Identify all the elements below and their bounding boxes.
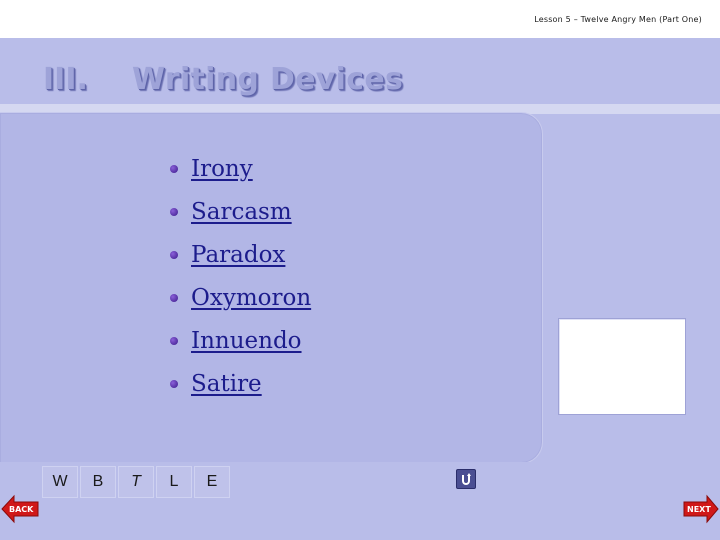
list-item: Oxymoron — [170, 276, 311, 319]
list-item: Irony — [170, 147, 311, 190]
bullet-dot-icon — [170, 207, 178, 216]
format-toolbar: W B T L E — [42, 466, 232, 498]
link-sarcasm[interactable]: Sarcasm — [191, 199, 292, 225]
list-item: Sarcasm — [170, 190, 311, 233]
link-oxymoron[interactable]: Oxymoron — [191, 285, 311, 311]
return-arrow-icon — [462, 473, 471, 485]
bullet-dot-icon — [170, 336, 178, 345]
link-satire[interactable]: Satire — [191, 371, 262, 397]
format-button-t[interactable]: T — [118, 466, 154, 498]
list-item: Satire — [170, 362, 311, 405]
bullet-dot-icon — [170, 379, 178, 388]
device-list: Irony Sarcasm Paradox Oxymoron Innuendo … — [170, 147, 311, 405]
bullet-dot-icon — [170, 164, 178, 173]
section-number: III. — [43, 62, 88, 97]
format-button-l[interactable]: L — [156, 466, 192, 498]
link-innuendo[interactable]: Innuendo — [191, 328, 302, 354]
format-button-e[interactable]: E — [194, 466, 230, 498]
link-irony[interactable]: Irony — [191, 156, 253, 182]
bullet-dot-icon — [170, 250, 178, 259]
next-button[interactable]: NEXT — [683, 494, 720, 524]
image-placeholder — [558, 318, 686, 415]
list-item: Innuendo — [170, 319, 311, 362]
format-button-w[interactable]: W — [42, 466, 78, 498]
lesson-title: Lesson 5 – Twelve Angry Men (Part One) — [534, 15, 702, 24]
next-label: NEXT — [687, 505, 711, 514]
link-paradox[interactable]: Paradox — [191, 242, 285, 268]
section-title: Writing Devices — [132, 62, 404, 97]
back-button[interactable]: BACK — [0, 494, 40, 524]
return-button[interactable] — [456, 469, 476, 489]
format-button-b[interactable]: B — [80, 466, 116, 498]
list-item: Paradox — [170, 233, 311, 276]
back-label: BACK — [9, 505, 34, 514]
bullet-dot-icon — [170, 293, 178, 302]
